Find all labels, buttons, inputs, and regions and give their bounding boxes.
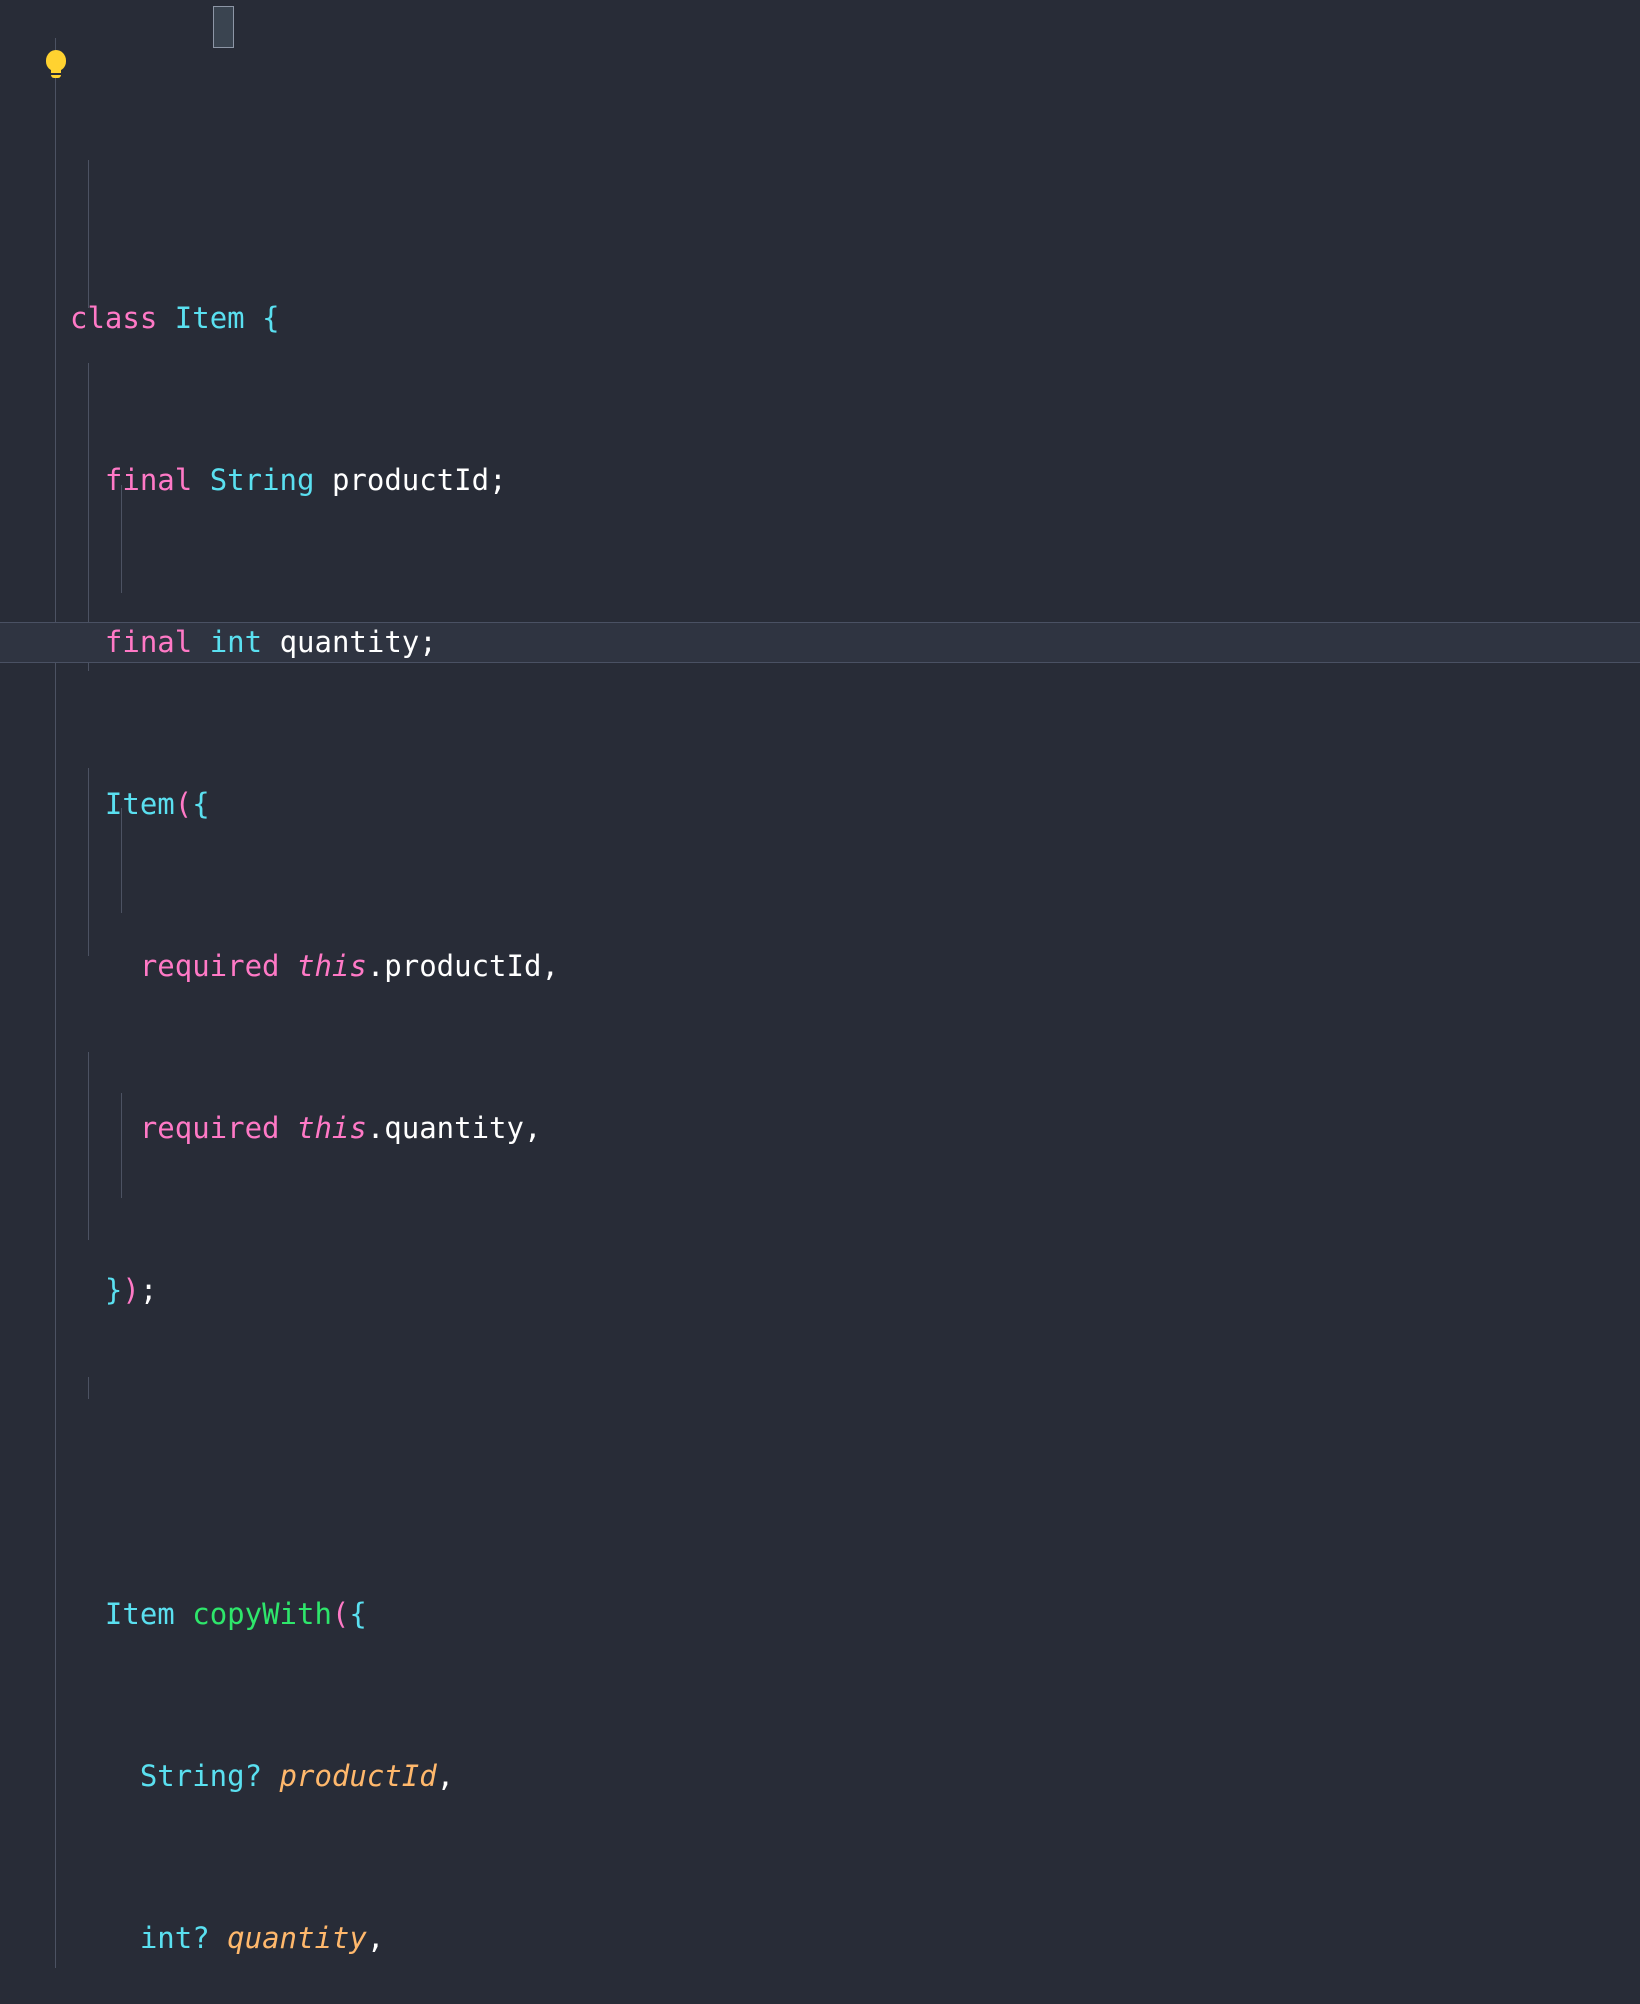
code-line-10[interactable]: String? productId, <box>0 1756 1640 1797</box>
code-line-6[interactable]: required this.quantity, <box>0 1108 1640 1149</box>
code-line-11[interactable]: int? quantity, <box>0 1918 1640 1959</box>
code-line-7[interactable]: }); <box>0 1270 1640 1311</box>
code-line-1[interactable]: class Item { <box>0 298 1640 339</box>
cursor-bracket-highlight <box>213 6 234 48</box>
code-line-partial-top[interactable] <box>0 136 1640 177</box>
code-line-5[interactable]: required this.productId, <box>0 946 1640 987</box>
code-line-2[interactable]: final String productId; <box>0 460 1640 501</box>
lightbulb-quickfix-icon[interactable] <box>45 50 67 80</box>
code-line-4[interactable]: Item({ <box>0 784 1640 825</box>
code-line-9[interactable]: Item copyWith({ <box>0 1594 1640 1635</box>
code-line-3[interactable]: final int quantity; <box>0 622 1640 663</box>
code-editor-pane[interactable]: class Item { final String productId; fin… <box>0 0 1640 2004</box>
code-line-8[interactable] <box>0 1432 1640 1473</box>
